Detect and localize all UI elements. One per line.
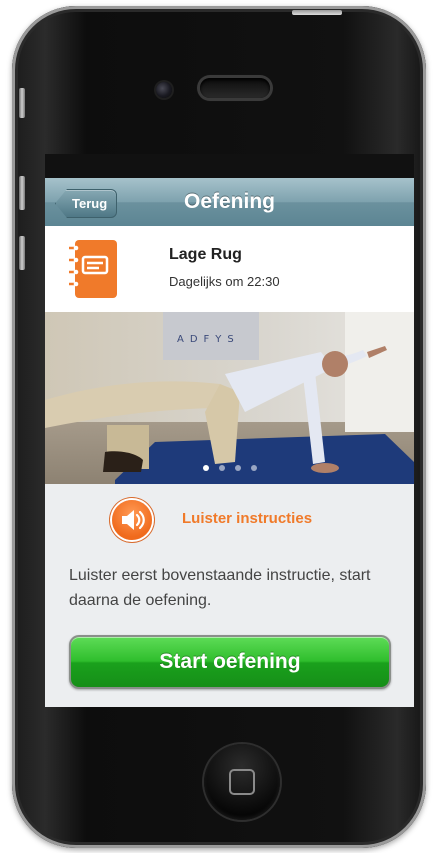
- carousel-dot[interactable]: [250, 465, 257, 471]
- listen-instructions-label[interactable]: Luister instructies: [182, 510, 312, 527]
- carousel-dot[interactable]: [234, 465, 241, 471]
- speaker-icon[interactable]: [112, 500, 152, 540]
- exercise-schedule: Dagelijks om 22:30: [169, 274, 280, 289]
- exercise-photo-carousel[interactable]: ADFYS: [45, 312, 414, 484]
- status-bar: [45, 154, 414, 178]
- volume-down-button: [19, 236, 25, 270]
- navigation-bar: Oefening Terug: [45, 178, 414, 227]
- notebook-icon: [69, 240, 117, 298]
- home-button[interactable]: [204, 744, 280, 820]
- power-button: [292, 10, 342, 15]
- mute-switch: [19, 88, 25, 118]
- earpiece-speaker: [200, 78, 270, 98]
- carousel-dot[interactable]: [218, 465, 225, 471]
- exercise-header: Lage Rug Dagelijks om 22:30: [45, 226, 414, 312]
- volume-up-button: [19, 176, 25, 210]
- home-square-icon: [229, 769, 255, 795]
- front-camera: [156, 82, 172, 98]
- carousel-page-indicator[interactable]: [45, 458, 414, 476]
- listen-instructions-row[interactable]: Luister instructies: [45, 494, 414, 544]
- screen: Oefening Terug Lage Rug Dagelijks om 22:…: [45, 154, 414, 707]
- start-exercise-button[interactable]: Start oefening: [69, 635, 391, 689]
- wall-banner-text: ADFYS: [177, 334, 240, 345]
- exercise-title: Lage Rug: [169, 246, 242, 263]
- back-button[interactable]: Terug: [55, 189, 118, 218]
- carousel-dot[interactable]: [202, 465, 209, 471]
- instructions-text: Luister eerst bovenstaande instructie, s…: [69, 567, 371, 609]
